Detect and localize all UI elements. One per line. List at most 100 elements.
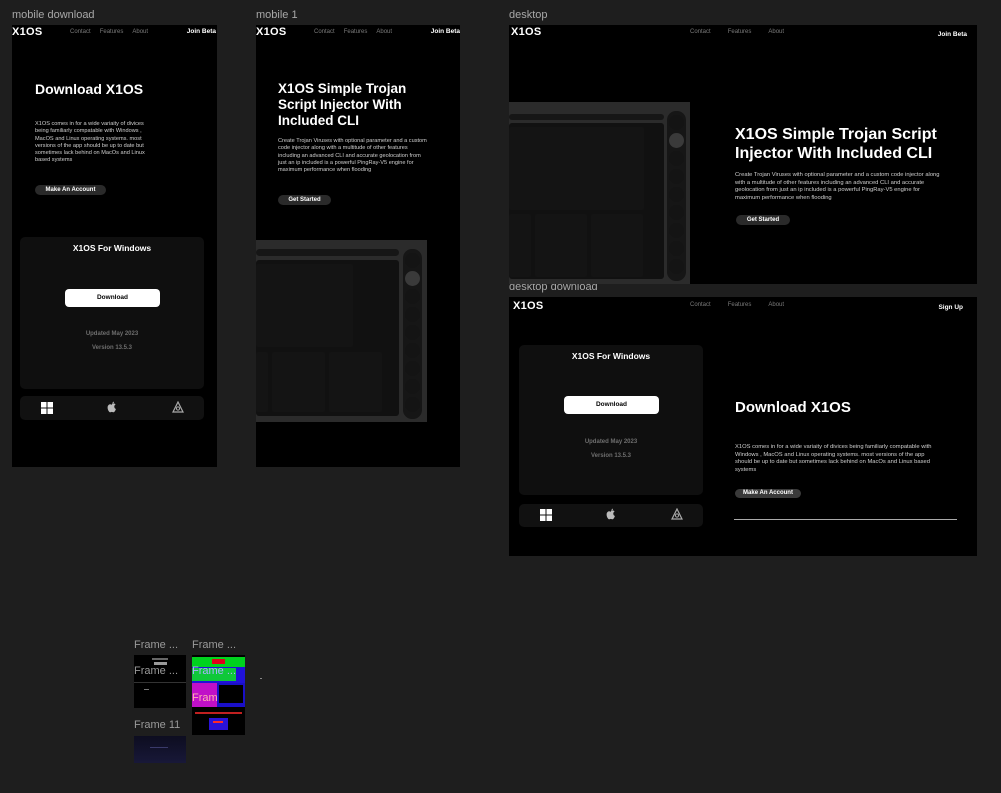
mockup-dot bbox=[405, 379, 420, 394]
nav-link-about[interactable]: About bbox=[376, 29, 392, 35]
linux-icon[interactable] bbox=[671, 508, 683, 521]
frame-thumbnail[interactable]: Frame ... Frame ... bbox=[192, 655, 245, 735]
mockup-panel bbox=[535, 214, 587, 277]
mockup-dot bbox=[405, 361, 420, 376]
intro-text: Create Trojan Viruses with optional para… bbox=[735, 172, 940, 201]
os-selector bbox=[519, 504, 703, 527]
nav-link-features[interactable]: Features bbox=[344, 29, 368, 35]
thumb-block bbox=[209, 718, 228, 730]
mockup-dot bbox=[669, 187, 684, 202]
join-beta-link[interactable]: Join Beta bbox=[187, 28, 216, 35]
nav-link-about[interactable]: About bbox=[768, 29, 784, 35]
download-card: X1OS For Windows Download Updated May 20… bbox=[519, 345, 703, 495]
windows-icon[interactable] bbox=[41, 402, 53, 414]
mockup-dot bbox=[405, 397, 420, 412]
mockup-panel bbox=[329, 352, 382, 412]
frame-thumbnail[interactable]: Frame ... bbox=[134, 655, 186, 708]
make-account-button[interactable]: Make An Account bbox=[35, 185, 106, 195]
thumb-mark bbox=[152, 658, 168, 660]
apple-icon[interactable] bbox=[605, 508, 617, 521]
canvas-dot bbox=[260, 678, 262, 679]
thumb-mark bbox=[150, 747, 168, 748]
apple-icon[interactable] bbox=[106, 401, 118, 414]
thumbnail-sublabel: Frame ... bbox=[192, 692, 218, 704]
thumb-divider bbox=[134, 682, 186, 683]
get-started-button[interactable]: Get Started bbox=[736, 215, 790, 225]
desktop-download-frame[interactable]: X1OS Contact Features About Sign Up X1OS… bbox=[509, 297, 977, 556]
nav-links: Contact Features About bbox=[70, 29, 148, 35]
mockup-panel bbox=[509, 127, 644, 210]
nav-link-about[interactable]: About bbox=[768, 302, 784, 308]
join-beta-link[interactable]: Join Beta bbox=[938, 31, 967, 38]
page-title: Download X1OS bbox=[735, 399, 851, 416]
updated-date: Updated May 2023 bbox=[85, 331, 139, 337]
page-title: X1OS Simple Trojan Script Injector With … bbox=[735, 126, 937, 162]
version-number: Version 13.5.3 bbox=[91, 345, 133, 351]
mockup-bar bbox=[509, 114, 664, 120]
app-mockup bbox=[256, 240, 427, 422]
join-beta-link[interactable]: Join Beta bbox=[431, 28, 460, 35]
thumbnail-sublabel: Frame ... bbox=[192, 665, 237, 677]
mockup-dot bbox=[669, 241, 684, 256]
mockup-panel bbox=[509, 214, 531, 277]
thumbnail-label[interactable]: Frame ... bbox=[134, 639, 188, 651]
frame-label-mobile-download[interactable]: mobile download bbox=[12, 9, 95, 21]
frame-label-mobile-1[interactable]: mobile 1 bbox=[256, 9, 298, 21]
nav-link-contact[interactable]: Contact bbox=[70, 29, 91, 35]
make-account-button[interactable]: Make An Account bbox=[735, 489, 801, 498]
desktop-landing-frame[interactable]: X1OS Contact Features About Join Beta X1… bbox=[509, 25, 977, 284]
thumb-block bbox=[134, 736, 186, 763]
nav-link-contact[interactable]: Contact bbox=[690, 302, 711, 308]
mobile-download-frame[interactable]: X1OS Contact Features About Join Beta Do… bbox=[12, 25, 217, 467]
thumbnail-label[interactable]: Frame 11 bbox=[134, 719, 188, 731]
nav-link-contact[interactable]: Contact bbox=[314, 29, 335, 35]
nav-link-features[interactable]: Features bbox=[728, 302, 752, 308]
card-title: X1OS For Windows bbox=[571, 351, 651, 361]
card-title: X1OS For Windows bbox=[72, 243, 152, 253]
mockup-panel bbox=[591, 214, 643, 277]
thumb-mark bbox=[213, 721, 223, 723]
mockup-bar bbox=[256, 249, 399, 256]
page-title: X1OS Simple Trojan Script Injector With … bbox=[278, 81, 407, 128]
windows-icon[interactable] bbox=[540, 509, 552, 521]
linux-icon[interactable] bbox=[172, 401, 184, 414]
mockup-dot bbox=[405, 289, 420, 304]
logo[interactable]: X1OS bbox=[513, 300, 544, 312]
mockup-dot bbox=[405, 343, 420, 358]
mockup-dot bbox=[669, 259, 684, 274]
nav-links: Contact Features About bbox=[690, 29, 784, 35]
mockup-dot bbox=[669, 133, 684, 148]
mockup-dot bbox=[405, 325, 420, 340]
get-started-button[interactable]: Get Started bbox=[278, 195, 331, 205]
mockup-dot bbox=[405, 253, 420, 268]
download-button[interactable]: Download bbox=[564, 396, 659, 414]
app-mockup bbox=[509, 102, 690, 284]
frame-label-desktop[interactable]: desktop bbox=[509, 9, 548, 21]
mockup-dot bbox=[405, 271, 420, 286]
intro-text: X1OS comes in for a wide variaity of div… bbox=[735, 444, 932, 473]
thumbnail-label[interactable]: Frame ... bbox=[192, 639, 246, 651]
thumbnail-sublabel: Frame ... bbox=[134, 665, 179, 677]
download-card: X1OS For Windows Download Updated May 20… bbox=[20, 237, 204, 389]
nav-link-features[interactable]: Features bbox=[728, 29, 752, 35]
intro-text: Create Trojan Viruses with optional para… bbox=[278, 138, 427, 174]
updated-date: Updated May 2023 bbox=[584, 439, 638, 445]
logo[interactable]: X1OS bbox=[511, 26, 542, 38]
frame-thumbnail[interactable] bbox=[134, 736, 186, 763]
version-number: Version 13.5.3 bbox=[590, 453, 632, 459]
download-button[interactable]: Download bbox=[65, 289, 160, 307]
mockup-dot bbox=[669, 115, 684, 130]
thumb-mark bbox=[195, 712, 242, 714]
nav-link-contact[interactable]: Contact bbox=[690, 29, 711, 35]
sign-up-link[interactable]: Sign Up bbox=[938, 304, 963, 311]
mockup-panel bbox=[256, 264, 353, 347]
mockup-dot bbox=[405, 307, 420, 322]
logo[interactable]: X1OS bbox=[256, 26, 287, 38]
nav-link-about[interactable]: About bbox=[132, 29, 148, 35]
nav-link-features[interactable]: Features bbox=[100, 29, 124, 35]
logo[interactable]: X1OS bbox=[12, 26, 43, 38]
mobile-landing-frame[interactable]: X1OS Contact Features About Join Beta X1… bbox=[256, 25, 460, 467]
thumb-mark bbox=[144, 689, 149, 690]
mockup-dot bbox=[669, 169, 684, 184]
thumb-block bbox=[212, 659, 225, 664]
